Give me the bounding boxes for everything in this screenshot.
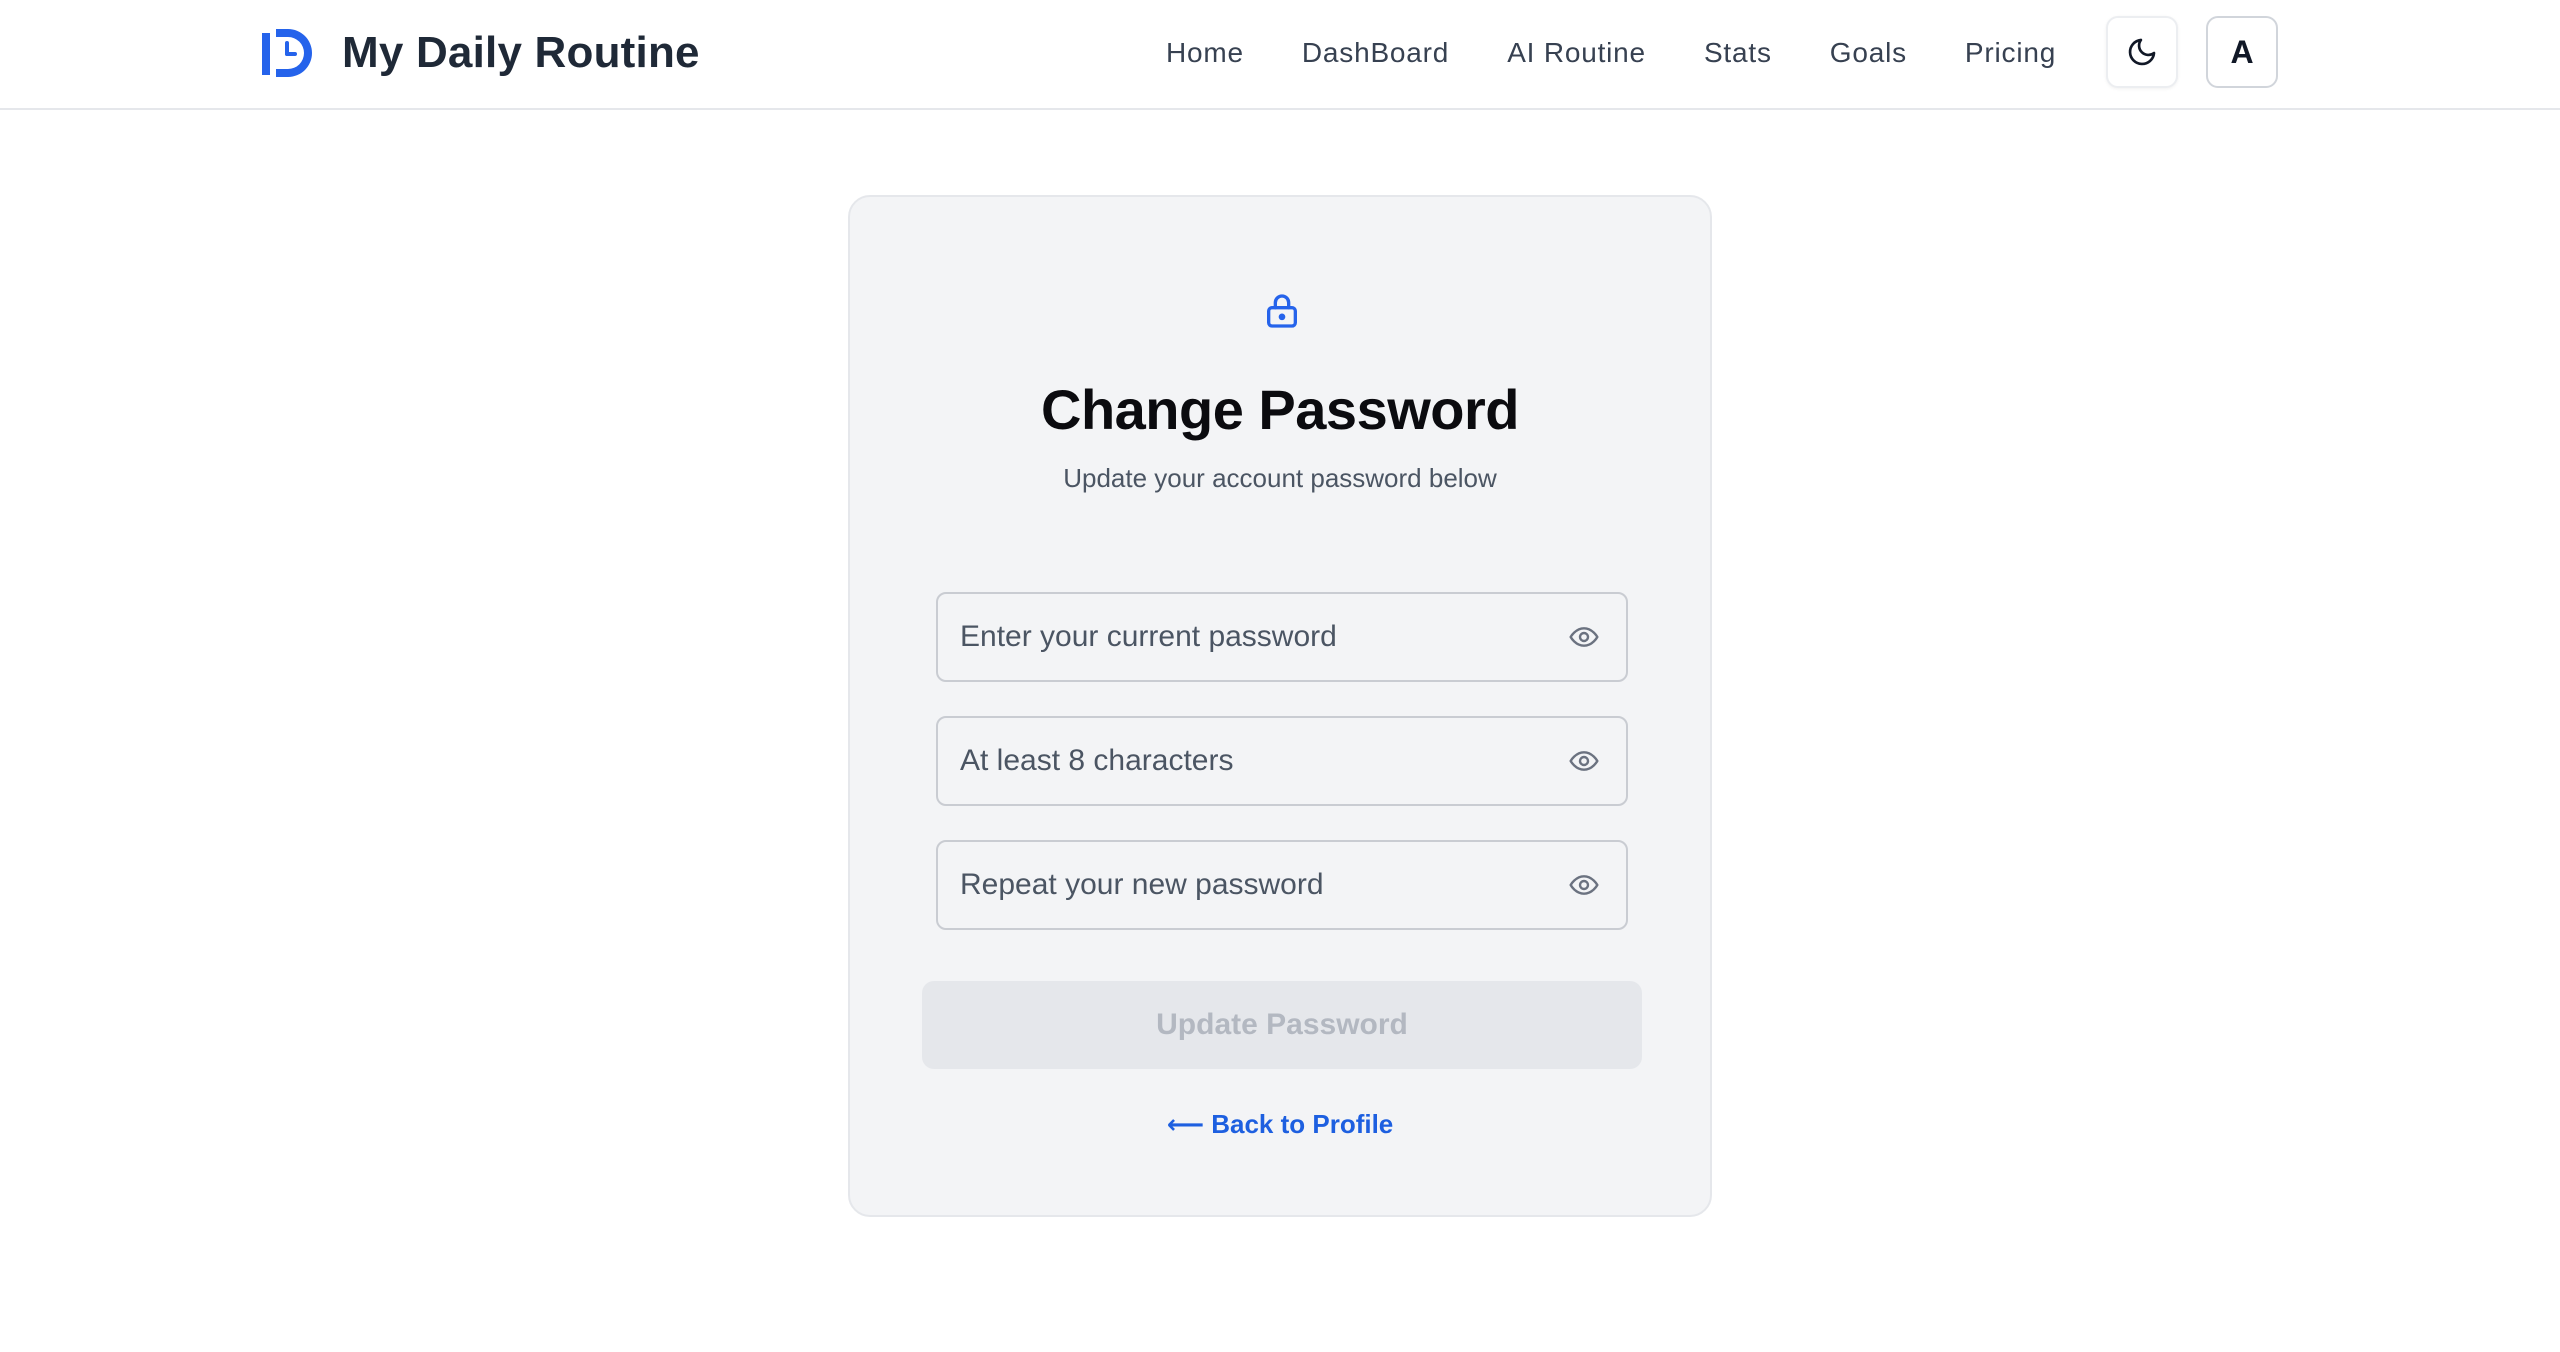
- update-password-button[interactable]: Update Password: [922, 981, 1642, 1069]
- confirm-password-field: [936, 840, 1628, 930]
- eye-icon: [1569, 875, 1599, 895]
- brand[interactable]: My Daily Routine: [258, 22, 700, 84]
- eye-icon: [1569, 627, 1599, 647]
- eye-icon: [1569, 751, 1599, 771]
- moon-icon: [2128, 38, 2156, 66]
- change-password-card: Change Password Update your account pass…: [848, 195, 1712, 1217]
- new-password-input[interactable]: [938, 718, 1564, 804]
- nav-pricing[interactable]: Pricing: [1965, 37, 2056, 69]
- nav-ai-routine[interactable]: AI Routine: [1507, 37, 1646, 69]
- main-nav: Home DashBoard AI Routine Stats Goals Pr…: [1166, 32, 2056, 74]
- current-password-field: [936, 592, 1628, 682]
- top-navbar: My Daily Routine Home DashBoard AI Routi…: [0, 0, 2560, 110]
- page-title: Change Password: [1041, 378, 1519, 441]
- brand-name: My Daily Routine: [342, 28, 700, 77]
- nav-stats[interactable]: Stats: [1704, 37, 1772, 69]
- daily-routine-logo-icon: [262, 29, 312, 77]
- back-to-profile-link[interactable]: ⟵ Back to Profile: [850, 1109, 1710, 1140]
- theme-toggle-button[interactable]: [2106, 16, 2178, 88]
- toggle-visibility-button[interactable]: [1564, 617, 1604, 657]
- nav-home[interactable]: Home: [1166, 37, 1244, 69]
- page-subtitle: Update your account password below: [1063, 463, 1497, 493]
- user-avatar-button[interactable]: A: [2206, 16, 2278, 88]
- lock-icon: [1267, 294, 1297, 328]
- toggle-visibility-button[interactable]: [1564, 741, 1604, 781]
- nav-dashboard[interactable]: DashBoard: [1302, 37, 1449, 69]
- current-password-input[interactable]: [938, 594, 1564, 680]
- confirm-password-input[interactable]: [938, 842, 1564, 928]
- toggle-visibility-button[interactable]: [1564, 865, 1604, 905]
- nav-goals[interactable]: Goals: [1830, 37, 1907, 69]
- new-password-field: [936, 716, 1628, 806]
